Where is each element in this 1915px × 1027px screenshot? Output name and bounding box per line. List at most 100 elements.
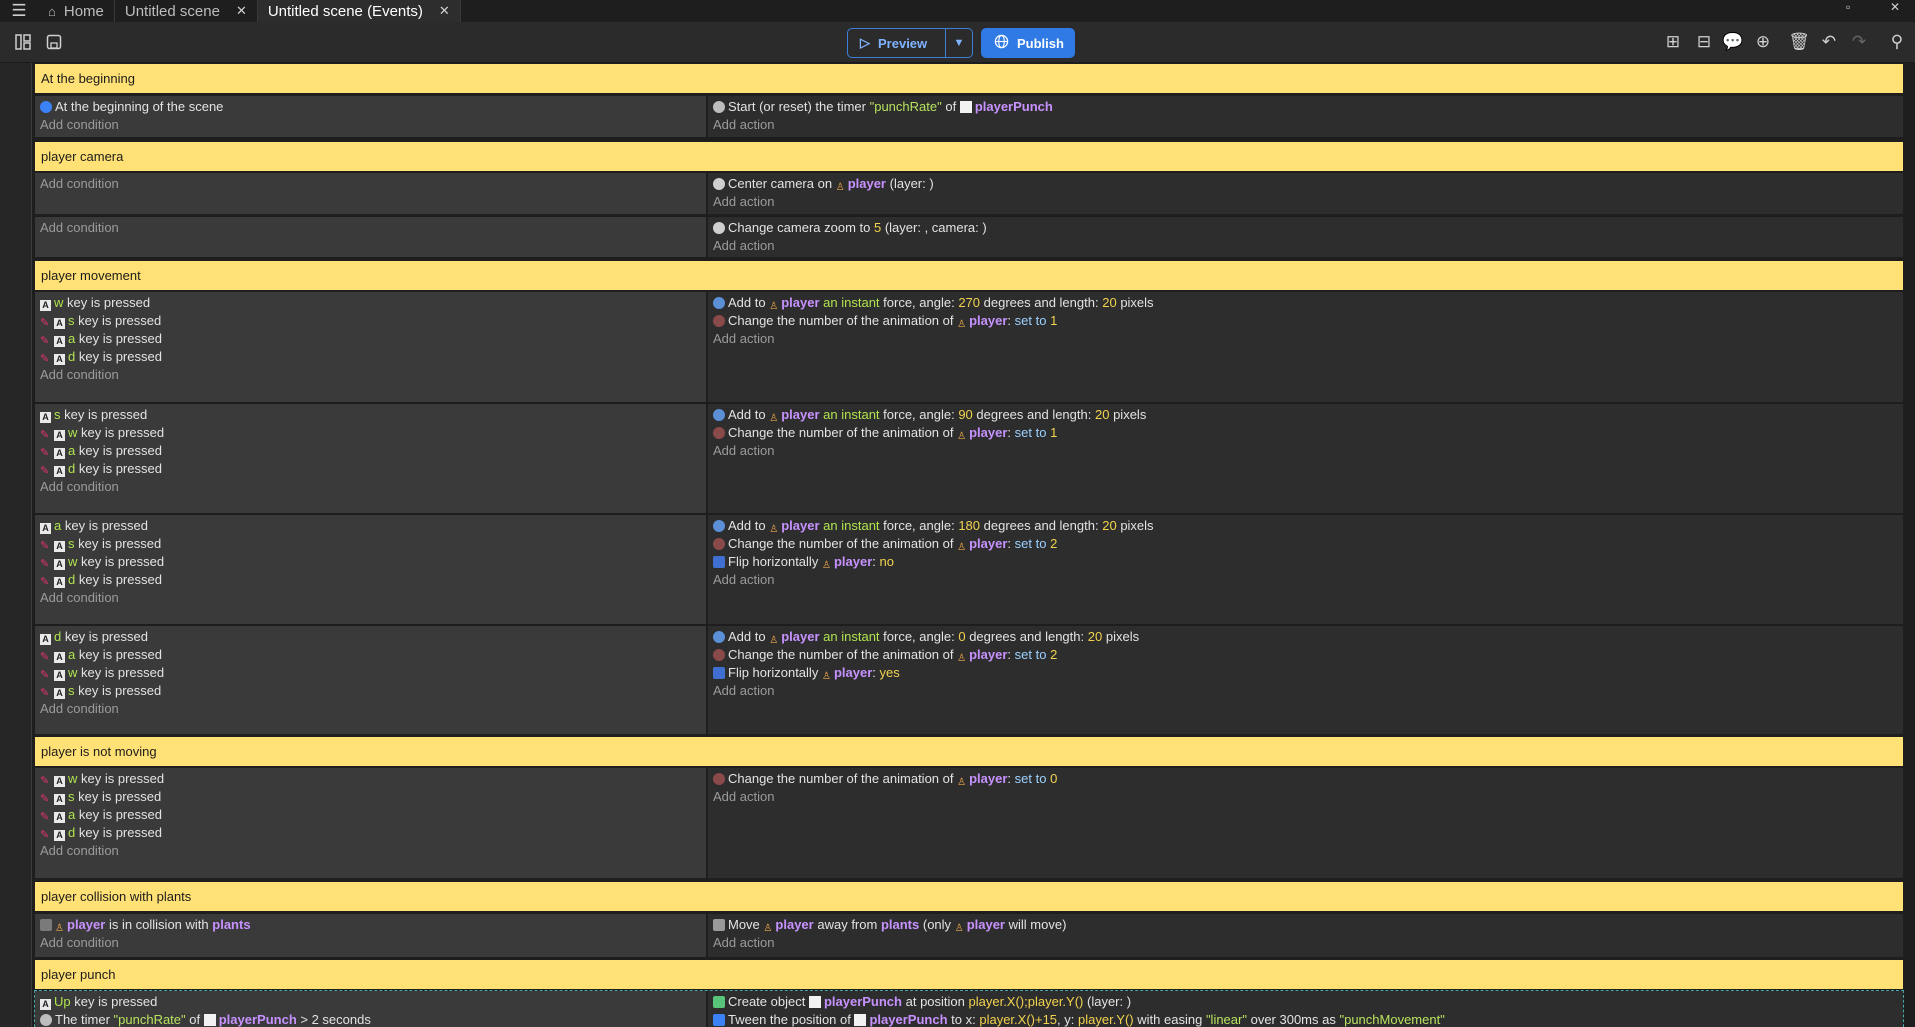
comment[interactable]: player is not moving xyxy=(35,737,1903,766)
tab-home[interactable]: ⌂ Home xyxy=(38,0,115,22)
key-name: d xyxy=(68,825,76,840)
conditions-column[interactable]: Aa key is pressed ✎ As key is pressed ✎ Aw k… xyxy=(35,515,706,624)
event-row[interactable]: Aw key is pressed ✎ As key is pressed ✎ Aa k… xyxy=(35,292,1903,402)
add-condition-link[interactable]: Add condition xyxy=(40,932,119,954)
add-comment-icon[interactable]: 💬 xyxy=(1722,31,1744,53)
add-subevent-icon[interactable]: ⊟ xyxy=(1693,31,1715,53)
event-row[interactable]: ♙ player is in collision with plants Add … xyxy=(35,914,1903,957)
conditions-column[interactable]: At the beginning of the scene Add condit… xyxy=(35,96,706,137)
add-action-link[interactable]: Add action xyxy=(713,569,774,591)
event-row[interactable]: Add condition Center camera on ♙ player (… xyxy=(35,173,1903,214)
object-name: plants xyxy=(212,917,251,932)
condition[interactable]: The timer "punchRate" of playerPunch > 2… xyxy=(40,1009,371,1027)
event-row[interactable]: Add condition Change camera zoom to 5 (l… xyxy=(35,216,1903,257)
conditions-column[interactable]: Ad key is pressed ✎ Aa key is pressed ✎ Aw k… xyxy=(35,626,706,734)
actions-column[interactable]: Create object playerPunch at position pl… xyxy=(708,991,1903,1027)
conditions-column[interactable]: Add condition xyxy=(35,217,706,257)
key-name: s xyxy=(54,407,61,422)
add-condition-link[interactable]: Add condition xyxy=(40,587,119,609)
close-icon[interactable]: ✕ xyxy=(439,3,450,19)
actions-column[interactable]: Start (or reset) the timer "punchRate" o… xyxy=(708,96,1903,137)
add-event-icon[interactable]: ⊞ xyxy=(1662,31,1684,53)
add-condition-link[interactable]: Add condition xyxy=(40,476,119,498)
player-icon: ♙ xyxy=(954,923,964,934)
anim-value: 2 xyxy=(1050,647,1058,662)
action-text: force, angle: xyxy=(883,407,955,422)
delete-icon[interactable]: 🗑 xyxy=(1788,31,1810,53)
add-action-link[interactable]: Add action xyxy=(713,191,774,213)
action-text: pixels xyxy=(1105,629,1140,644)
actions-column[interactable]: Move ♙ player away from plants (only ♙ pla… xyxy=(708,914,1903,957)
conditions-column[interactable]: ♙ player is in collision with plants Add … xyxy=(35,914,706,957)
conditions-column[interactable]: As key is pressed ✎ Aw key is pressed ✎ Aa k… xyxy=(35,404,706,513)
add-action-link[interactable]: Add action xyxy=(713,235,774,257)
actions-column[interactable]: Add to ♙ player an instant force, angle: … xyxy=(708,515,1903,624)
add-action-link[interactable]: Add action xyxy=(713,680,774,702)
event-row[interactable]: Ad key is pressed ✎ Aa key is pressed ✎ Aw k… xyxy=(35,625,1903,734)
add-condition-link[interactable]: Add condition xyxy=(40,840,119,862)
add-icon[interactable]: ⊕ xyxy=(1752,31,1774,53)
event-row[interactable]: A Up key is pressed The timer "punchRate"… xyxy=(34,990,1904,1027)
comment[interactable]: player punch xyxy=(35,960,1903,989)
action[interactable]: Tween the position of playerPunch to x: … xyxy=(713,1009,1445,1027)
actions-column[interactable]: Add to ♙ player an instant force, angle: … xyxy=(708,404,1903,513)
panels-icon[interactable] xyxy=(12,31,34,53)
undo-icon[interactable]: ↶ xyxy=(1818,31,1840,53)
conditions-column[interactable]: A Up key is pressed The timer "punchRate"… xyxy=(35,991,706,1027)
add-action-link[interactable]: Add action xyxy=(713,932,774,954)
tab-untitled-scene-events[interactable]: Untitled scene (Events) ✕ xyxy=(257,0,461,22)
separate-icon xyxy=(713,919,725,931)
search-icon[interactable]: ⚲ xyxy=(1886,31,1908,53)
preview-dropdown-icon[interactable]: ▼ xyxy=(946,37,972,49)
object-name: player xyxy=(775,917,814,932)
add-condition-link[interactable]: Add condition xyxy=(40,173,119,195)
conditions-column[interactable]: Aw key is pressed ✎ As key is pressed ✎ Aa k… xyxy=(35,292,706,402)
publish-button[interactable]: Publish xyxy=(981,28,1075,58)
comment[interactable]: At the beginning xyxy=(35,64,1903,93)
tab-untitled-scene[interactable]: Untitled scene ✕ xyxy=(115,0,258,22)
redo-icon[interactable]: ↷ xyxy=(1848,31,1870,53)
condition-text: of xyxy=(189,1012,201,1027)
object-name: player xyxy=(969,647,1008,662)
event-row[interactable]: As key is pressed ✎ Aw key is pressed ✎ Aa k… xyxy=(35,403,1903,513)
conditions-column[interactable]: Add condition xyxy=(35,173,706,214)
add-action-link[interactable]: Add action xyxy=(713,440,774,462)
save-icon[interactable] xyxy=(43,31,65,53)
window-close-icon[interactable]: ✕ xyxy=(1890,0,1900,14)
add-action-link[interactable]: Add action xyxy=(713,786,774,808)
add-condition-link[interactable]: Add condition xyxy=(40,217,119,239)
comment[interactable]: player camera xyxy=(35,142,1903,171)
actions-column[interactable]: Change the number of the animation of ♙ p… xyxy=(708,768,1903,878)
force-icon xyxy=(713,297,725,309)
tween-name: "punchMovement" xyxy=(1339,1012,1445,1027)
animation-icon xyxy=(713,773,725,785)
event-sheet: At the beginning At the beginning of the… xyxy=(0,63,1915,1027)
close-icon[interactable]: ✕ xyxy=(236,3,247,19)
action-text: Add to xyxy=(728,629,766,644)
operator: set to xyxy=(1014,425,1047,440)
angle-value: 270 xyxy=(958,295,981,310)
force-type: an instant xyxy=(823,295,880,310)
add-action-link[interactable]: Add action xyxy=(713,328,774,350)
event-row[interactable]: At the beginning of the scene Add condit… xyxy=(35,96,1903,137)
tween-icon xyxy=(713,1014,725,1026)
actions-column[interactable]: Add to ♙ player an instant force, angle: … xyxy=(708,292,1903,402)
maximize-icon[interactable]: ▫ xyxy=(1846,0,1850,14)
actions-column[interactable]: Change camera zoom to 5 (layer: , camera… xyxy=(708,217,1903,257)
add-action-link[interactable]: Add action xyxy=(713,114,774,136)
length-value: 20 xyxy=(1087,629,1103,644)
event-row[interactable]: ✎ Aw key is pressed ✎ As key is pressed ✎ Aa … xyxy=(35,768,1903,878)
conditions-column[interactable]: ✎ Aw key is pressed ✎ As key is pressed ✎ Aa … xyxy=(35,768,706,878)
preview-button[interactable]: ▷ Preview ▼ xyxy=(847,28,973,58)
add-condition-link[interactable]: Add condition xyxy=(40,698,119,720)
comment[interactable]: player collision with plants xyxy=(35,882,1903,911)
hamburger-menu-icon[interactable]: ☰ xyxy=(0,0,38,22)
add-condition-link[interactable]: Add condition xyxy=(40,114,119,136)
actions-column[interactable]: Center camera on ♙ player (layer: ) Add a… xyxy=(708,173,1903,214)
easing-value: "linear" xyxy=(1205,1012,1247,1027)
add-condition-link[interactable]: Add condition xyxy=(40,364,119,386)
event-row[interactable]: Aa key is pressed ✎ As key is pressed ✎ Aw k… xyxy=(35,514,1903,624)
action-text: Change the number of the animation of xyxy=(728,536,954,551)
actions-column[interactable]: Add to ♙ player an instant force, angle: … xyxy=(708,626,1903,734)
comment[interactable]: player movement xyxy=(35,261,1903,290)
